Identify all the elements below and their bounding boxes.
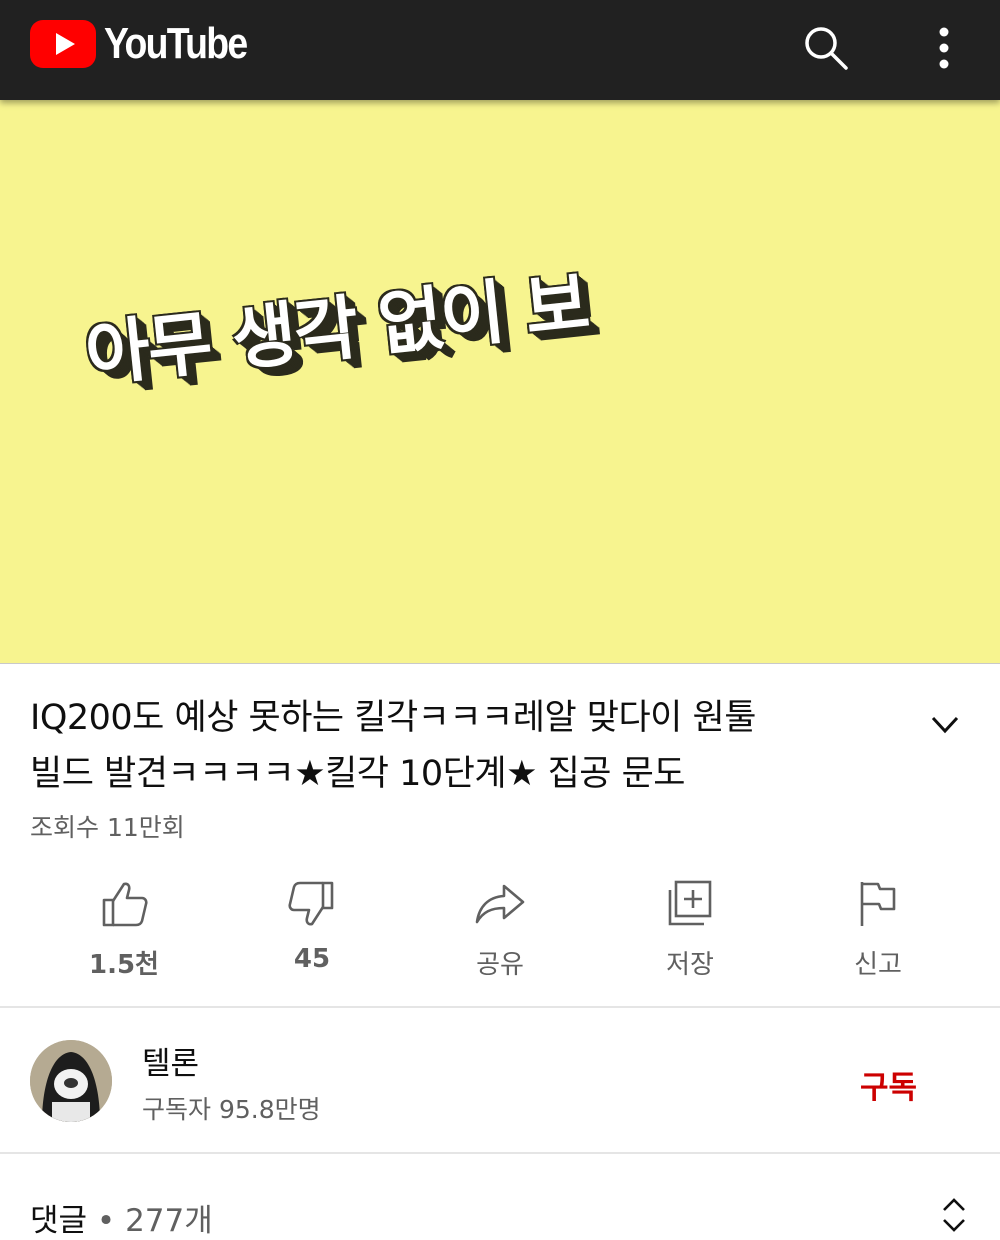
action-bar: 1.5천 45 공유 저장 신고 — [0, 870, 1000, 990]
comments-header[interactable]: 댓글 • 277개 — [0, 1155, 1000, 1239]
more-vert-icon — [939, 27, 949, 69]
thumbs-down-icon — [288, 881, 334, 926]
divider — [0, 1152, 1000, 1154]
youtube-play-logo-icon — [30, 20, 96, 68]
flag-icon — [860, 882, 896, 926]
chevron-down-icon — [931, 716, 959, 734]
comments-label: 댓글 — [30, 1203, 88, 1239]
divider — [0, 1006, 1000, 1008]
video-title[interactable]: IQ200도 예상 못하는 킬각ㅋㅋㅋ레알 맞다이 원툴 빌드 발견ㅋㅋㅋㅋ★킬… — [30, 690, 910, 802]
logo-text: YouTube — [104, 19, 248, 68]
youtube-logo[interactable]: YouTube — [30, 18, 272, 70]
channel-name[interactable]: 텔론 — [142, 1038, 199, 1083]
report-button[interactable]: 신고 — [808, 870, 948, 981]
share-label: 공유 — [476, 950, 524, 980]
channel-avatar-image — [30, 1040, 112, 1122]
video-caption-text: 아무 생각 없이 보 — [81, 262, 592, 397]
more-options-button[interactable] — [916, 20, 972, 76]
video-title-line: 빌드 발견ㅋㅋㅋㅋ★킬각 10단계★ 집공 문도 — [30, 754, 686, 794]
save-playlist-icon — [668, 880, 712, 926]
like-button[interactable]: 1.5천 — [54, 870, 194, 981]
subscriber-count: 구독자 95.8만명 — [142, 1095, 321, 1124]
share-button[interactable]: 공유 — [430, 870, 570, 981]
save-button[interactable]: 저장 — [620, 870, 760, 981]
dislike-button[interactable]: 45 — [242, 870, 382, 974]
channel-row: 텔론 구독자 95.8만명 구독 — [0, 1010, 1000, 1152]
top-app-bar: YouTube — [0, 0, 1000, 100]
share-icon — [475, 884, 525, 924]
search-button[interactable] — [798, 20, 854, 76]
like-count: 1.5천 — [89, 950, 159, 980]
expand-comments-button[interactable] — [935, 1195, 973, 1235]
avatar[interactable] — [30, 1040, 112, 1122]
comment-count: 277개 — [125, 1203, 213, 1239]
view-count: 조회수 11만회 — [30, 813, 185, 842]
dislike-count: 45 — [293, 944, 331, 974]
thumbs-up-icon — [102, 882, 148, 927]
search-icon — [805, 27, 848, 70]
report-label: 신고 — [854, 950, 902, 980]
subscribe-button[interactable]: 구독 — [860, 1062, 917, 1107]
expand-description-button[interactable] — [925, 705, 965, 745]
video-player[interactable]: 아무 생각 없이 보 — [0, 100, 1000, 664]
video-title-line: IQ200도 예상 못하는 킬각ㅋㅋㅋ레알 맞다이 원툴 — [30, 698, 756, 738]
separator-dot: • — [96, 1203, 116, 1239]
save-label: 저장 — [666, 950, 714, 980]
unfold-icon — [943, 1198, 965, 1232]
